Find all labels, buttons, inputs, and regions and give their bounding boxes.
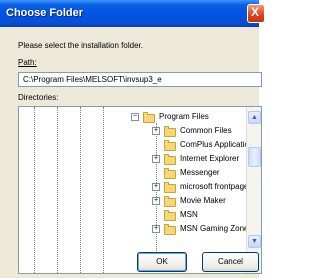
expand-icon[interactable]: + <box>152 155 160 163</box>
tree-item-label: MSN Gaming Zone <box>180 224 249 233</box>
folder-icon <box>164 182 176 193</box>
tree-item-label: Program Files <box>159 112 209 121</box>
folder-icon <box>164 126 176 137</box>
chevron-up-icon: ▲ <box>251 114 258 121</box>
path-label: Path: <box>18 58 37 67</box>
folder-icon <box>164 210 176 221</box>
tree-item-label: Internet Explorer <box>180 154 240 163</box>
tree-item-label: Common Files <box>180 126 232 135</box>
path-input[interactable]: C:\Program Files\MELSOFT\invsup3_e <box>18 72 262 87</box>
collapse-icon[interactable]: − <box>131 113 139 121</box>
tree-item-msn[interactable]: MSN <box>19 209 245 222</box>
expand-icon[interactable]: + <box>152 127 160 135</box>
tree-item-label: microsoft frontpage <box>180 182 249 191</box>
scroll-down-button[interactable]: ▼ <box>248 235 261 248</box>
folder-open-icon <box>143 112 155 123</box>
directories-tree[interactable]: − Program Files + Common Files ComPlus A… <box>18 106 262 274</box>
tree-item-microsoft-frontpage[interactable]: + microsoft frontpage <box>19 181 249 194</box>
scroll-up-button[interactable]: ▲ <box>248 111 261 124</box>
folder-icon <box>164 168 176 179</box>
ok-button[interactable]: OK <box>137 252 187 272</box>
folder-icon <box>164 224 176 235</box>
tree-item-internet-explorer[interactable]: + Internet Explorer <box>19 153 245 166</box>
scroll-thumb[interactable] <box>248 147 261 167</box>
expand-icon[interactable]: + <box>152 225 160 233</box>
tree-item-common-files[interactable]: + Common Files <box>19 125 245 138</box>
dialog-title: Choose Folder <box>6 7 84 19</box>
tree-item-messenger[interactable]: Messenger <box>19 167 245 180</box>
choose-folder-dialog: Choose Folder X Please select the instal… <box>0 0 265 278</box>
title-bar: Choose Folder X <box>0 0 265 27</box>
instruction-text: Please select the installation folder. <box>18 41 143 50</box>
directories-label: Directories: <box>18 93 59 102</box>
tree-item-label: MSN <box>180 210 198 219</box>
expand-icon[interactable]: + <box>152 197 160 205</box>
tree-item-program-files[interactable]: − Program Files <box>19 111 245 124</box>
folder-icon <box>164 196 176 207</box>
tree-item-label: Movie Maker <box>180 196 226 205</box>
close-icon: X <box>251 5 260 19</box>
expand-icon[interactable]: + <box>152 183 160 191</box>
folder-icon <box>164 140 176 151</box>
cancel-button[interactable]: Cancel <box>202 252 259 272</box>
tree-item-movie-maker[interactable]: + Movie Maker <box>19 195 245 208</box>
tree-item-label: Messenger <box>180 168 220 177</box>
folder-icon <box>164 154 176 165</box>
tree-item-complus-applications[interactable]: ComPlus Applications <box>19 139 257 152</box>
close-button[interactable]: X <box>247 4 265 23</box>
tree-item-msn-gaming-zone[interactable]: + MSN Gaming Zone <box>19 223 249 236</box>
vertical-scrollbar[interactable]: ▲ ▼ <box>246 107 261 273</box>
chevron-down-icon: ▼ <box>251 238 258 245</box>
